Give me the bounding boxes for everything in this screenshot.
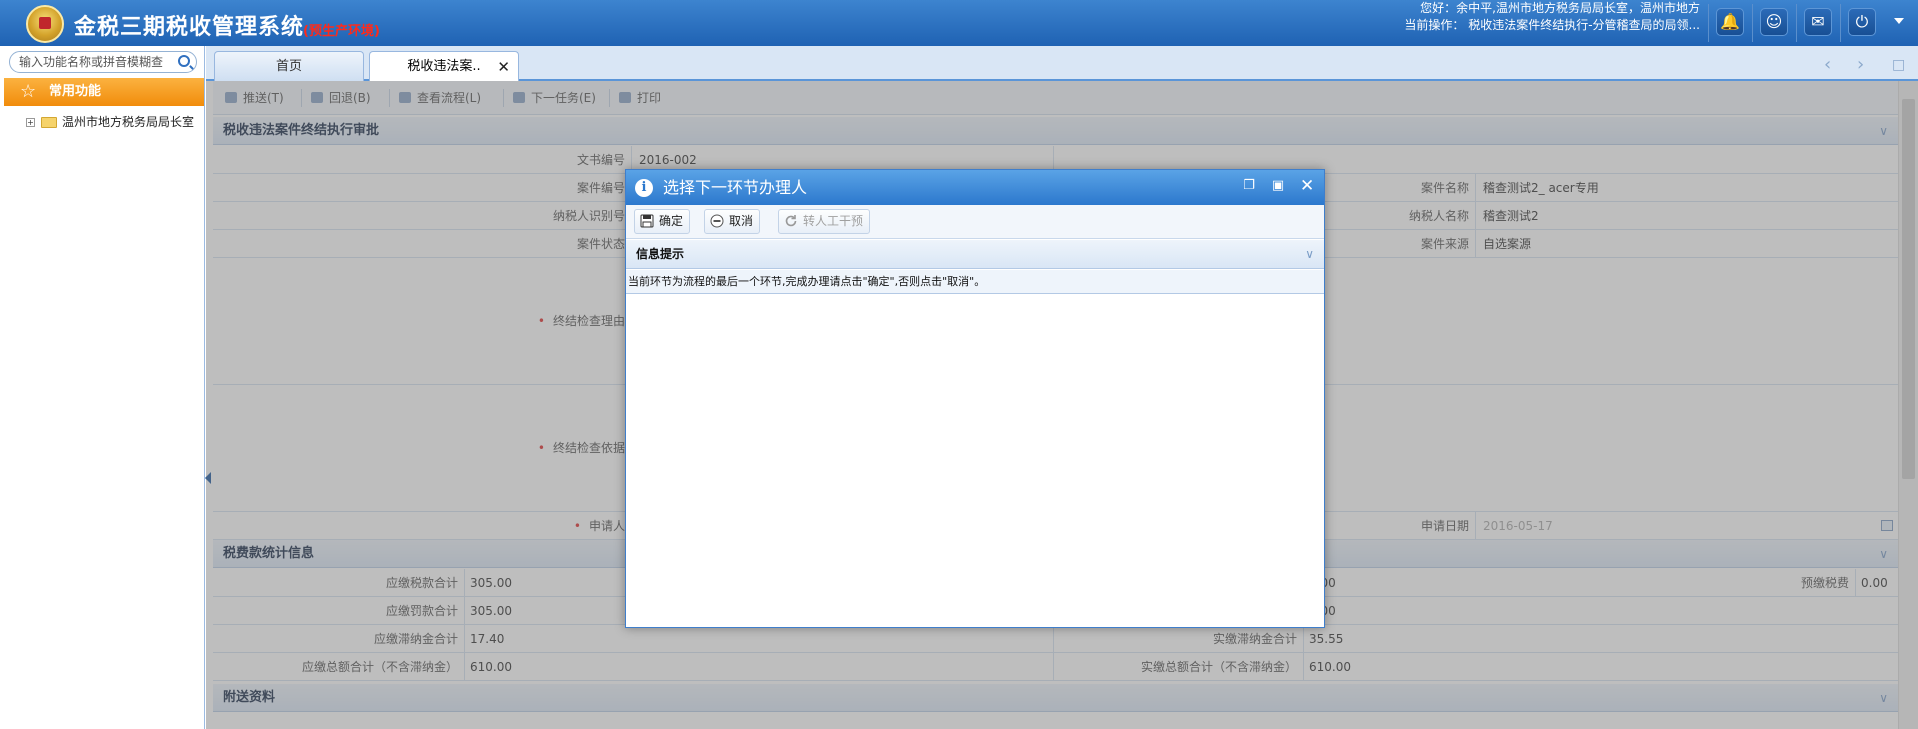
user-info: 您好：余中平,温州市地方税务局局长室，温州市地方 当前操作： 税收违法案件终结执… (1380, 0, 1700, 34)
expand-icon[interactable]: + (26, 118, 35, 127)
tab-label: 税收违法案.. (407, 59, 481, 74)
window-icon[interactable]: □ (1892, 56, 1905, 74)
users-icon[interactable]: ☺ (1760, 8, 1788, 36)
app-title: 金税三期税收管理系统 (74, 15, 305, 40)
confirm-label: 确定 (659, 214, 684, 228)
search-placeholder: 输入功能名称或拼音模糊查 (19, 55, 164, 69)
chevron-down-icon[interactable]: ∨ (1305, 240, 1314, 269)
tab-bar: 首页 税收违法案.. ✕ ‹ › □ (206, 46, 1918, 81)
favorites-label: 常用功能 (49, 84, 102, 99)
app-header: 金税三期税收管理系统 (预生产环境) 您好：余中平,温州市地方税务局局长室，温州… (0, 0, 1918, 46)
transfer-manual-button[interactable]: 转人工干预 (778, 209, 871, 234)
sidebar: 输入功能名称或拼音模糊查 ☆ 常用功能 + 温州市地方税务局局长室 (0, 46, 205, 729)
cancel-button[interactable]: 取消 (704, 209, 761, 234)
chat-icon[interactable]: ✉ (1804, 8, 1832, 36)
confirm-button[interactable]: 确定 (634, 209, 691, 234)
close-icon[interactable]: ✕ (497, 52, 510, 82)
dialog-title: 选择下一环节办理人 (663, 178, 808, 197)
refresh-icon (785, 215, 797, 227)
close-icon[interactable]: ✕ (1300, 178, 1314, 195)
folder-icon (41, 117, 57, 128)
next-handler-dialog: i 选择下一环节办理人 ❐ ▣ ✕ 确定 取消 转人工干预 信息提示 ∨ 当前环… (625, 169, 1325, 628)
favorites-header[interactable]: ☆ 常用功能 (4, 78, 204, 106)
chevron-left-icon[interactable]: ‹ (1824, 56, 1831, 74)
chevron-right-icon[interactable]: › (1857, 56, 1864, 74)
info-icon: i (635, 179, 653, 197)
star-icon: ☆ (20, 81, 37, 102)
header-divider (1840, 4, 1841, 42)
environment-label: (预生产环境) (303, 24, 380, 39)
tab-case[interactable]: 税收违法案.. ✕ (369, 51, 519, 81)
info-section-title: 信息提示 (636, 247, 685, 261)
greeting-text: 您好：余中平,温州市地方税务局局长室，温州市地方 (1420, 1, 1700, 15)
header-divider (1752, 4, 1753, 42)
tab-label: 首页 (275, 59, 302, 74)
header-divider (1708, 4, 1709, 42)
tab-home[interactable]: 首页 (214, 51, 364, 81)
save-icon (640, 214, 654, 228)
chevron-down-icon[interactable] (1894, 18, 1904, 24)
cancel-label: 取消 (729, 214, 754, 228)
search-icon[interactable] (178, 55, 190, 67)
header-divider (1796, 4, 1797, 42)
info-message: 当前环节为流程的最后一个环节,完成办理请点击"确定",否则点击"取消"。 (626, 270, 1324, 294)
current-operation-text: 当前操作： 税收违法案件终结执行-分管稽查局的局领... (1404, 18, 1700, 32)
tree-node-bureau[interactable]: + 温州市地方税务局局长室 (26, 112, 194, 132)
bell-icon[interactable]: 🔔 (1716, 8, 1744, 36)
tax-emblem-logo (26, 5, 64, 43)
tree-node-label: 温州市地方税务局局长室 (62, 115, 195, 129)
maximize-icon[interactable]: ▣ (1271, 179, 1285, 193)
dialog-toolbar: 确定 取消 转人工干预 (626, 205, 1324, 239)
restore-icon[interactable]: ❐ (1242, 179, 1256, 193)
transfer-label: 转人工干预 (803, 214, 864, 228)
function-search-input[interactable]: 输入功能名称或拼音模糊查 (9, 51, 197, 73)
dialog-titlebar[interactable]: i 选择下一环节办理人 ❐ ▣ ✕ (626, 170, 1324, 205)
info-section-header[interactable]: 信息提示 ∨ (626, 240, 1324, 269)
minus-circle-icon (710, 214, 724, 228)
power-icon[interactable]: ⏻ (1848, 8, 1876, 36)
